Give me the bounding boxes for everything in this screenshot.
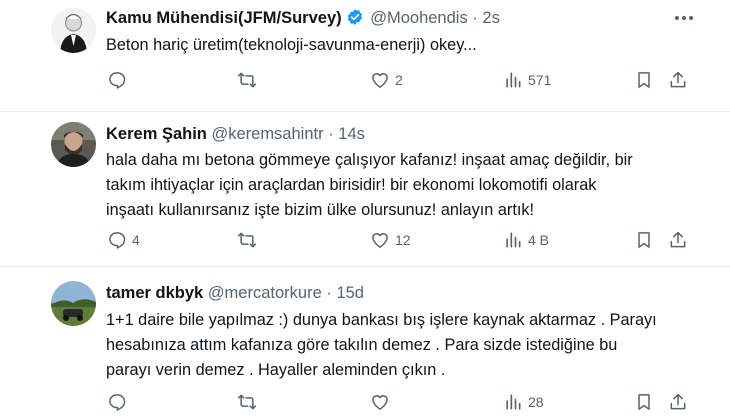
bookmark-icon bbox=[638, 72, 650, 88]
tweet-text-line: hesabınıza attım kafanıza göre takılın d… bbox=[106, 336, 618, 354]
view-count: 571 bbox=[528, 72, 552, 88]
retweet-icon bbox=[237, 232, 257, 248]
tweet-header: Kamu Mühendisi(JFM/Survey) @Moohendis · … bbox=[106, 8, 500, 31]
share-button[interactable] bbox=[668, 392, 688, 412]
tweet-3[interactable]: tamer dkbyk @mercatorkure · 15d 1+1 dair… bbox=[0, 267, 730, 420]
tweet-text-line: inşaatı kullanırsanız işte bizim ülke ol… bbox=[106, 201, 535, 219]
share-icon bbox=[670, 71, 686, 88]
like-count: 2 bbox=[395, 72, 403, 88]
share-icon bbox=[670, 231, 686, 248]
analytics-icon bbox=[506, 72, 521, 88]
retweet-button[interactable] bbox=[237, 70, 262, 90]
share-button[interactable] bbox=[668, 70, 688, 90]
analytics-icon bbox=[506, 232, 521, 248]
tweet-2[interactable]: Kerem Şahin @keremsahintr · 14s hala dah… bbox=[0, 112, 730, 264]
view-count: 4 B bbox=[528, 232, 550, 248]
avatar[interactable] bbox=[51, 8, 96, 53]
bookmark-icon bbox=[638, 232, 650, 248]
reply-icon bbox=[109, 394, 126, 411]
separator-dot: · bbox=[328, 125, 334, 143]
retweet-button[interactable] bbox=[237, 230, 262, 250]
avatar[interactable] bbox=[51, 122, 96, 167]
author-handle[interactable]: @Moohendis bbox=[370, 9, 467, 27]
heart-icon bbox=[372, 395, 388, 410]
tweet-text: Beton hariç üretim(teknoloji-savunma-ene… bbox=[106, 33, 706, 58]
avatar[interactable] bbox=[51, 281, 96, 326]
views-button[interactable]: 571 bbox=[503, 70, 551, 90]
retweet-icon bbox=[237, 72, 257, 88]
tweet-text-line: 1+1 daire bile yapılmaz :) dunya bankası… bbox=[106, 311, 657, 329]
tweet-text-line: parayı verin demez . Hayaller aleminden … bbox=[106, 361, 446, 379]
author-handle[interactable]: @mercatorkure bbox=[208, 284, 322, 302]
bookmark-button[interactable] bbox=[634, 230, 654, 250]
reply-icon bbox=[109, 72, 126, 89]
author-handle[interactable]: @keremsahintr bbox=[211, 125, 323, 143]
reply-icon bbox=[109, 232, 126, 249]
timestamp[interactable]: 15d bbox=[336, 284, 364, 302]
timestamp[interactable]: 2s bbox=[482, 9, 499, 27]
like-count: 12 bbox=[395, 232, 411, 248]
separator-dot: · bbox=[326, 284, 332, 302]
reply-button[interactable] bbox=[107, 70, 132, 90]
analytics-icon bbox=[506, 394, 521, 410]
tweet-text: 1+1 daire bile yapılmaz :) dunya bankası… bbox=[106, 308, 706, 383]
reply-button[interactable]: 4 bbox=[107, 230, 140, 250]
heart-icon bbox=[372, 233, 388, 248]
author-name[interactable]: Kamu Mühendisi(JFM/Survey) bbox=[106, 9, 342, 27]
tweet-header: tamer dkbyk @mercatorkure · 15d bbox=[106, 283, 364, 303]
view-count: 28 bbox=[528, 394, 544, 410]
action-bar: 2 571 bbox=[0, 70, 730, 94]
action-bar: 4 12 4 B bbox=[0, 230, 730, 254]
separator-dot: · bbox=[472, 9, 478, 27]
tweet-text: hala daha mı betona gömmeye çalışıyor ka… bbox=[106, 148, 706, 223]
reply-count: 4 bbox=[132, 232, 140, 248]
verified-badge-icon bbox=[346, 8, 364, 31]
action-bar: 28 bbox=[0, 392, 730, 416]
reply-button[interactable] bbox=[107, 392, 132, 412]
heart-icon bbox=[372, 73, 388, 88]
bookmark-button[interactable] bbox=[634, 70, 654, 90]
like-button[interactable] bbox=[370, 392, 395, 412]
tweet-header: Kerem Şahin @keremsahintr · 14s bbox=[106, 124, 365, 144]
tweet-text-line: hala daha mı betona gömmeye çalışıyor ka… bbox=[106, 151, 633, 169]
author-name[interactable]: tamer dkbyk bbox=[106, 284, 203, 302]
bookmark-icon bbox=[638, 394, 650, 410]
bookmark-button[interactable] bbox=[634, 392, 654, 412]
tweet-text-line: Beton hariç üretim(teknoloji-savunma-ene… bbox=[106, 36, 477, 54]
like-button[interactable]: 12 bbox=[370, 230, 411, 250]
retweet-button[interactable] bbox=[237, 392, 262, 412]
views-button[interactable]: 28 bbox=[503, 392, 544, 412]
share-button[interactable] bbox=[668, 230, 688, 250]
author-name[interactable]: Kerem Şahin bbox=[106, 125, 207, 143]
views-button[interactable]: 4 B bbox=[503, 230, 549, 250]
share-icon bbox=[670, 393, 686, 410]
like-button[interactable]: 2 bbox=[370, 70, 403, 90]
tweet-text-line: takım ihtiyaçlar için araçlardan birisid… bbox=[106, 176, 597, 194]
more-options-icon[interactable] bbox=[673, 8, 695, 28]
retweet-icon bbox=[237, 394, 257, 410]
tweet-1[interactable]: Kamu Mühendisi(JFM/Survey) @Moohendis · … bbox=[0, 0, 730, 110]
timestamp[interactable]: 14s bbox=[338, 125, 365, 143]
